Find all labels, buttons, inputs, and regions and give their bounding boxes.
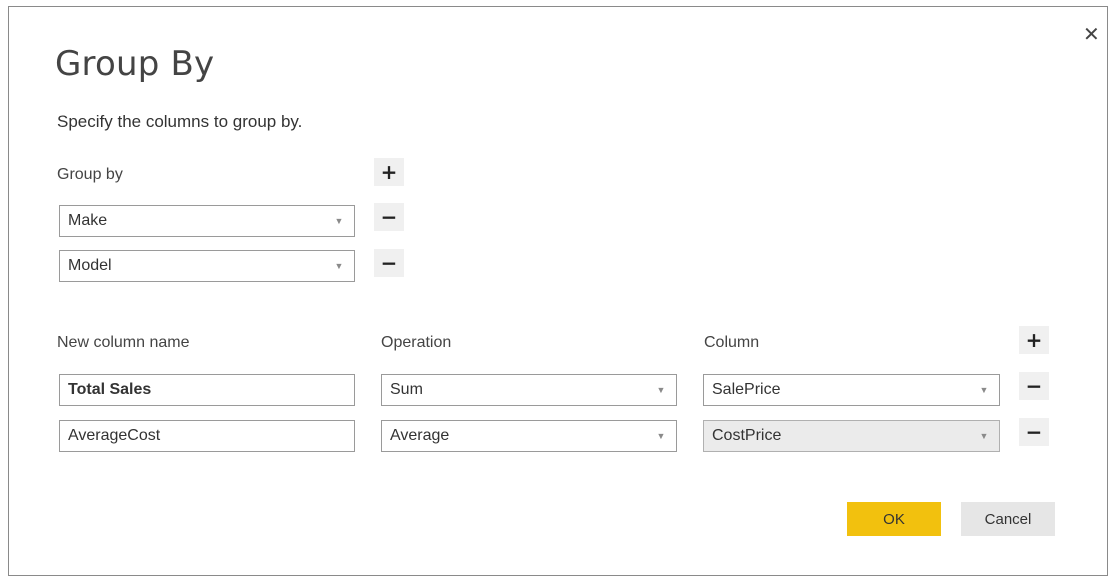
operation-select-value: Average <box>390 427 450 444</box>
remove-aggregation-button[interactable]: − <box>1019 372 1049 400</box>
close-icon[interactable]: ✕ <box>1083 25 1100 45</box>
operation-select[interactable]: Average ▼ <box>381 420 677 452</box>
minus-icon: − <box>380 205 398 229</box>
remove-group-by-button[interactable]: − <box>374 249 404 277</box>
chevron-down-icon: ▼ <box>334 216 344 226</box>
group-by-dialog: ✕ <box>8 6 1108 576</box>
column-select[interactable]: CostPrice ▼ <box>703 420 1000 452</box>
new-column-name-input[interactable]: AverageCost <box>59 420 355 452</box>
group-by-select-model[interactable]: Model ▼ <box>59 250 355 282</box>
new-column-name-value: AverageCost <box>68 427 161 444</box>
operation-select[interactable]: Sum ▼ <box>381 374 677 406</box>
minus-icon: − <box>380 251 398 275</box>
remove-aggregation-button[interactable]: − <box>1019 418 1049 446</box>
chevron-down-icon: ▼ <box>979 431 989 441</box>
group-by-select-value: Make <box>68 212 108 229</box>
minus-icon: − <box>1025 420 1043 444</box>
group-by-select-value: Model <box>68 257 112 274</box>
chevron-down-icon: ▼ <box>656 431 666 441</box>
operation-header: Operation <box>381 334 452 351</box>
group-by-select-make[interactable]: Make ▼ <box>59 205 355 237</box>
plus-icon: + <box>380 160 398 184</box>
cancel-button[interactable]: Cancel <box>961 502 1055 536</box>
chevron-down-icon: ▼ <box>656 385 666 395</box>
remove-group-by-button[interactable]: − <box>374 203 404 231</box>
group-by-label: Group by <box>57 166 123 183</box>
dialog-subtitle: Specify the columns to group by. <box>57 112 303 131</box>
column-header: Column <box>704 334 760 351</box>
new-column-name-header: New column name <box>57 334 190 351</box>
column-select[interactable]: SalePrice ▼ <box>703 374 1000 406</box>
plus-icon: + <box>1025 328 1043 352</box>
add-aggregation-button[interactable]: + <box>1019 326 1049 354</box>
operation-select-value: Sum <box>390 381 423 398</box>
column-select-value: CostPrice <box>712 427 782 444</box>
column-select-value: SalePrice <box>712 381 781 398</box>
chevron-down-icon: ▼ <box>334 261 344 271</box>
ok-button[interactable]: OK <box>847 502 941 536</box>
dialog-title: Group By <box>55 44 215 84</box>
new-column-name-value: Total Sales <box>68 381 152 398</box>
chevron-down-icon: ▼ <box>979 385 989 395</box>
minus-icon: − <box>1025 374 1043 398</box>
new-column-name-input[interactable]: Total Sales <box>59 374 355 406</box>
add-group-by-button[interactable]: + <box>374 158 404 186</box>
